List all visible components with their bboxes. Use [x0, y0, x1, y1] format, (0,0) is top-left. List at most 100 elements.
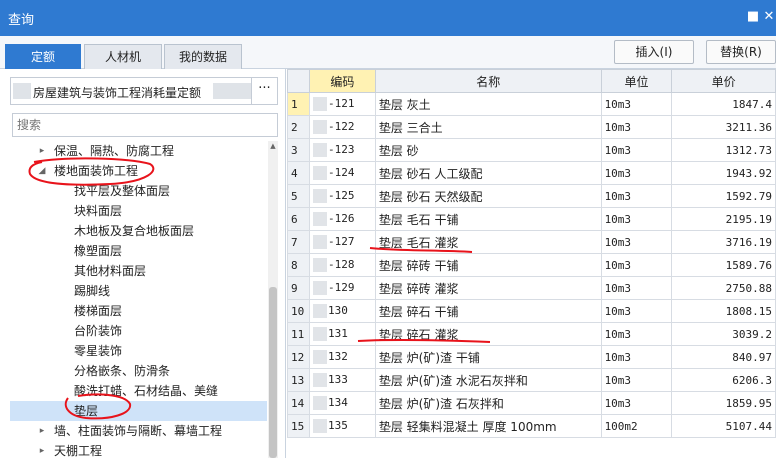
unit-cell: 10m3 — [600, 253, 673, 277]
row-number: 3 — [287, 138, 310, 162]
table-row[interactable]: 10 130 垫层 碎石 干铺 10m3 1808.15 — [287, 299, 776, 323]
scroll-thumb[interactable] — [269, 287, 277, 458]
tree-item[interactable]: 木地板及复合地板面层 — [10, 221, 267, 241]
table-row[interactable]: 6 -126 垫层 毛石 干铺 10m3 2195.19 — [287, 207, 776, 231]
code-cell: 135 — [308, 414, 376, 438]
unit-header[interactable]: 单位 — [600, 69, 673, 93]
title-bar: 查询 ■ ✕ — [0, 0, 776, 36]
code-text: -125 — [327, 189, 355, 202]
name-cell: 垫层 砂石 人工级配 — [374, 161, 602, 185]
tree-item[interactable]: ▸ 天棚工程 — [10, 441, 267, 458]
code-text: 134 — [327, 396, 348, 409]
tree-item[interactable]: 零星装饰 — [10, 341, 267, 361]
table-row[interactable]: 13 133 垫层 炉(矿)渣 水泥石灰拌和 10m3 6206.3 — [287, 368, 776, 392]
unit-cell: 10m3 — [600, 138, 673, 162]
code-text: -126 — [327, 212, 355, 225]
row-number: 5 — [287, 184, 310, 208]
tree-item-label: 踢脚线 — [74, 284, 111, 298]
tree-item-label: 橡塑面层 — [74, 244, 123, 258]
tree-item[interactable]: 踢脚线 — [10, 281, 267, 301]
redacted-area — [312, 419, 327, 433]
table-row[interactable]: 9 -129 垫层 碎砖 灌浆 10m3 2750.88 — [287, 276, 776, 300]
tree-item[interactable]: 橡塑面层 — [10, 241, 267, 261]
unit-cell: 10m3 — [600, 368, 673, 392]
code-cell: -125 — [308, 184, 376, 208]
code-text: -128 — [327, 258, 355, 271]
table-row[interactable]: 7 -127 垫层 毛石 灌浆 10m3 3716.19 — [287, 230, 776, 254]
tree-scrollbar[interactable]: ▲ — [268, 141, 278, 458]
search-input[interactable] — [12, 113, 278, 137]
code-cell: 131 — [308, 322, 376, 346]
insert-button[interactable]: 插入(I) — [614, 40, 694, 64]
row-number: 4 — [287, 161, 310, 185]
unit-cell: 10m3 — [600, 92, 673, 116]
name-cell: 垫层 砂石 天然级配 — [374, 184, 602, 208]
tree-item-label: 保温、隔热、防腐工程 — [54, 144, 175, 158]
redacted-area — [312, 327, 327, 341]
close-icon[interactable]: ✕ — [760, 8, 776, 26]
tree-item[interactable]: 其他材料面层 — [10, 261, 267, 281]
tree-item[interactable]: 台阶装饰 — [10, 321, 267, 341]
redacted-area — [312, 396, 327, 410]
table-row[interactable]: 11 131 垫层 碎石 灌浆 10m3 3039.2 — [287, 322, 776, 346]
collapsed-arrow-icon[interactable]: ▸ — [36, 421, 48, 441]
price-header[interactable]: 单价 — [671, 69, 776, 93]
tree-item[interactable]: ▸ 保温、隔热、防腐工程 — [10, 141, 267, 161]
code-text: -121 — [327, 97, 355, 110]
code-cell: -129 — [308, 276, 376, 300]
unit-cell: 100m2 — [600, 414, 673, 438]
table-row[interactable]: 2 -122 垫层 三合土 10m3 3211.36 — [287, 115, 776, 139]
table-row[interactable]: 5 -125 垫层 砂石 天然级配 10m3 1592.79 — [287, 184, 776, 208]
tree-item-label: 分格嵌条、防滑条 — [74, 364, 171, 378]
tree-item[interactable]: 楼梯面层 — [10, 301, 267, 321]
table-row[interactable]: 14 134 垫层 炉(矿)渣 石灰拌和 10m3 1859.95 — [287, 391, 776, 415]
row-number: 12 — [287, 345, 310, 369]
more-options-button[interactable]: ··· — [251, 78, 277, 104]
tree-item[interactable]: ◢ 楼地面装饰工程 — [10, 161, 267, 181]
name-cell: 垫层 炉(矿)渣 水泥石灰拌和 — [374, 368, 602, 392]
name-header[interactable]: 名称 — [374, 69, 602, 93]
table-row[interactable]: 1 -121 垫层 灰土 10m3 1847.4 — [287, 92, 776, 116]
collapsed-arrow-icon[interactable]: ▸ — [36, 141, 48, 161]
tree-item[interactable]: ▸ 墙、柱面装饰与隔断、幕墙工程 — [10, 421, 267, 441]
code-text: 135 — [327, 419, 348, 432]
price-cell: 2750.88 — [671, 276, 776, 300]
tab-my-data[interactable]: 我的数据 — [164, 44, 242, 69]
name-cell: 垫层 毛石 灌浆 — [374, 230, 602, 254]
tree-item[interactable]: 垫层 — [10, 401, 267, 421]
table-row[interactable]: 12 132 垫层 炉(矿)渣 干铺 10m3 840.97 — [287, 345, 776, 369]
table-row[interactable]: 3 -123 垫层 砂 10m3 1312.73 — [287, 138, 776, 162]
price-cell: 1808.15 — [671, 299, 776, 323]
redacted-area — [312, 258, 327, 272]
code-text: -122 — [327, 120, 355, 133]
code-cell: -123 — [308, 138, 376, 162]
tree-item-label: 墙、柱面装饰与隔断、幕墙工程 — [54, 424, 223, 438]
tree-item[interactable]: 块料面层 — [10, 201, 267, 221]
tab-materials[interactable]: 人材机 — [84, 44, 162, 69]
redacted-area — [213, 83, 251, 99]
code-header[interactable]: 编码 — [308, 69, 376, 93]
name-cell: 垫层 三合土 — [374, 115, 602, 139]
tree-item[interactable]: 找平层及整体面层 — [10, 181, 267, 201]
row-number: 15 — [287, 414, 310, 438]
row-number: 9 — [287, 276, 310, 300]
expanded-arrow-icon[interactable]: ◢ — [36, 161, 48, 181]
price-cell: 1592.79 — [671, 184, 776, 208]
row-number: 11 — [287, 322, 310, 346]
code-cell: -126 — [308, 207, 376, 231]
table-row[interactable]: 4 -124 垫层 砂石 人工级配 10m3 1943.92 — [287, 161, 776, 185]
collapsed-arrow-icon[interactable]: ▸ — [36, 441, 48, 458]
price-cell: 2195.19 — [671, 207, 776, 231]
library-selector[interactable]: 房屋建筑与装饰工程消耗量定额 ··· — [10, 77, 278, 105]
redacted-area — [312, 281, 327, 295]
table-row[interactable]: 15 135 垫层 轻集料混凝土 厚度 100mm 100m2 5107.44 — [287, 414, 776, 438]
table-row[interactable]: 8 -128 垫层 碎砖 干铺 10m3 1589.76 — [287, 253, 776, 277]
tree-item[interactable]: 分格嵌条、防滑条 — [10, 361, 267, 381]
tab-quota[interactable]: 定额 — [5, 44, 81, 69]
window-title: 查询 — [8, 13, 35, 28]
replace-button[interactable]: 替换(R) — [706, 40, 776, 64]
category-tree: ▸ 保温、隔热、防腐工程 ◢ 楼地面装饰工程 找平层及整体面层 块料面层 木地板及复合地板面… — [10, 141, 267, 458]
name-cell: 垫层 轻集料混凝土 厚度 100mm — [374, 414, 602, 438]
scroll-up-icon[interactable]: ▲ — [268, 141, 278, 151]
tree-item[interactable]: 酸洗打蜡、石材结晶、美缝 — [10, 381, 267, 401]
